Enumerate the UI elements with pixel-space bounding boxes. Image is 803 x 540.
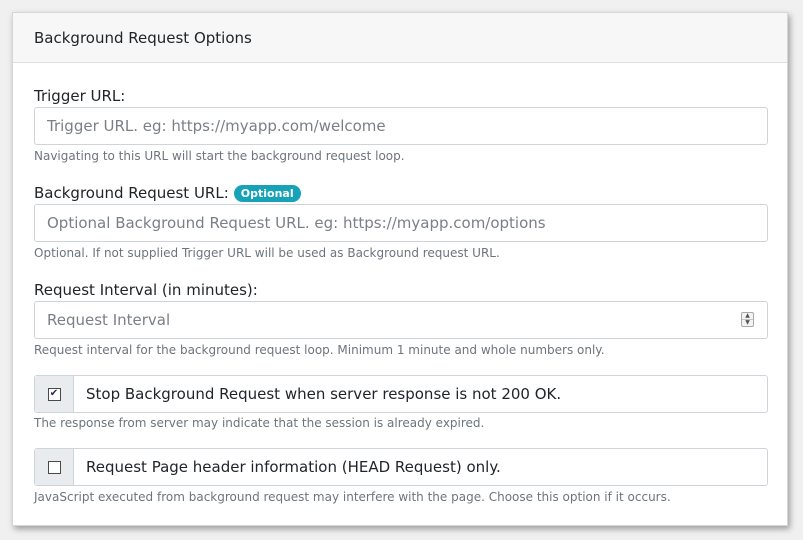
head-only-label: Request Page header information (HEAD Re… — [86, 458, 501, 476]
background-url-label-text: Background Request URL: — [34, 184, 229, 202]
interval-help: Request interval for the background requ… — [34, 343, 605, 357]
trigger-url-input[interactable] — [34, 107, 768, 145]
stop-on-non-200-help: The response from server may indicate th… — [34, 416, 485, 430]
optional-badge: Optional — [233, 184, 301, 202]
interval-input[interactable] — [34, 301, 768, 339]
interval-field: ▲ ▼ — [34, 301, 768, 339]
trigger-url-label-text: Trigger URL: — [34, 87, 126, 105]
head-only-addon — [35, 449, 74, 485]
stop-on-non-200-checkbox[interactable]: ✔ — [47, 387, 61, 401]
interval-label: Request Interval (in minutes): — [34, 281, 258, 299]
background-url-help: Optional. If not supplied Trigger URL wi… — [34, 246, 500, 260]
background-url-label: Background Request URL: Optional — [34, 184, 301, 202]
head-only-group: Request Page header information (HEAD Re… — [34, 448, 768, 486]
stop-on-non-200-label: Stop Background Request when server resp… — [86, 385, 562, 403]
spin-down-icon[interactable]: ▼ — [742, 320, 753, 326]
trigger-url-label: Trigger URL: — [34, 87, 125, 105]
head-only-help: JavaScript executed from background requ… — [34, 490, 671, 504]
background-url-input[interactable] — [34, 204, 768, 242]
stop-on-non-200-addon: ✔ — [35, 376, 74, 412]
panel-header: Background Request Options — [13, 13, 787, 63]
panel-title: Background Request Options — [34, 28, 252, 47]
interval-label-text: Request Interval (in minutes): — [34, 281, 258, 299]
head-only-checkbox[interactable] — [47, 460, 61, 474]
trigger-url-help: Navigating to this URL will start the ba… — [34, 149, 405, 163]
stop-on-non-200-group: ✔ Stop Background Request when server re… — [34, 375, 768, 413]
interval-spinner[interactable]: ▲ ▼ — [741, 312, 754, 327]
background-request-options-panel: Background Request Options Trigger URL: … — [12, 12, 788, 526]
